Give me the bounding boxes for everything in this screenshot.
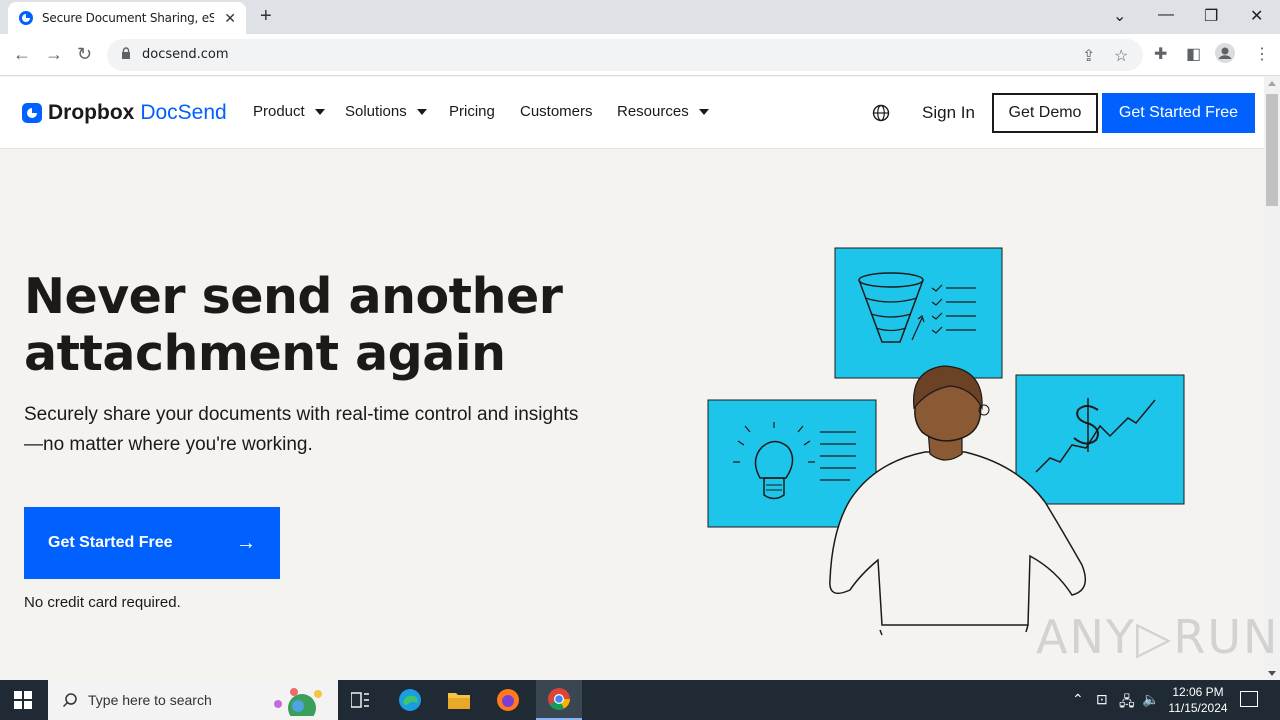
task-view-icon[interactable] xyxy=(344,684,376,716)
nav-product[interactable]: Product xyxy=(253,103,325,120)
hero-subtitle: Securely share your documents with real-… xyxy=(24,404,579,455)
chevron-down-icon xyxy=(314,108,325,115)
hero-title-line-1: Never send another xyxy=(24,268,563,325)
chrome-taskbar-icon[interactable] xyxy=(536,680,582,720)
nav-customers-label: Customers xyxy=(520,103,593,120)
tray-device-icon[interactable]: ⊡ xyxy=(1096,691,1108,708)
reload-icon[interactable]: ↻ xyxy=(77,44,92,65)
volume-icon[interactable]: 🔈 xyxy=(1142,691,1159,708)
nav-solutions-label: Solutions xyxy=(345,103,407,120)
browser-tab[interactable]: Secure Document Sharing, eSign ✕ xyxy=(8,2,246,34)
tab-search-icon[interactable]: ⌄ xyxy=(1113,6,1126,26)
clock-date: 11/15/2024 xyxy=(1168,701,1228,715)
site-header: Dropbox DocSend Product Solutions Pricin… xyxy=(0,77,1264,149)
brand-name-dropbox: Dropbox xyxy=(48,101,135,124)
windows-taskbar: Type here to search ⌃ ⊡ 🖧 🔈 12:06 PM 11/… xyxy=(0,680,1280,720)
hero-get-started-button[interactable]: Get Started Free → xyxy=(24,507,280,579)
page-scrollbar[interactable] xyxy=(1264,77,1280,680)
share-icon[interactable]: ⇪ xyxy=(1082,46,1095,66)
nav-pricing-label: Pricing xyxy=(449,103,495,120)
hero-illustration xyxy=(707,247,1185,636)
nav-resources-label: Resources xyxy=(617,103,689,120)
back-icon[interactable]: ← xyxy=(13,44,31,65)
restore-icon[interactable]: ❐ xyxy=(1204,6,1218,26)
nav-solutions[interactable]: Solutions xyxy=(345,103,427,120)
extensions-icon[interactable]: ✚ xyxy=(1154,44,1167,64)
taskbar-clock[interactable]: 12:06 PM 11/15/2024 xyxy=(1160,684,1236,716)
arrow-right-icon: → xyxy=(236,531,256,554)
file-explorer-icon[interactable] xyxy=(443,684,475,716)
chevron-down-icon xyxy=(416,108,427,115)
dollar-growth-panel xyxy=(1015,374,1185,505)
forward-icon[interactable]: → xyxy=(45,44,63,65)
nav-product-label: Product xyxy=(253,103,305,120)
bookmark-star-icon[interactable]: ☆ xyxy=(1114,46,1128,66)
no-credit-card-note: No credit card required. xyxy=(24,594,181,611)
hero-cta-label: Get Started Free xyxy=(48,534,173,551)
tab-title: Secure Document Sharing, eSign xyxy=(42,11,214,25)
side-panel-icon[interactable]: ◧ xyxy=(1186,44,1201,64)
tray-overflow-icon[interactable]: ⌃ xyxy=(1072,691,1084,708)
new-tab-button[interactable]: + xyxy=(260,5,272,28)
profile-avatar-icon[interactable] xyxy=(1214,42,1236,64)
brand-name-docsend: DocSend xyxy=(140,101,227,124)
scroll-up-arrow-icon[interactable] xyxy=(1268,81,1276,86)
brand-logo[interactable]: Dropbox DocSend xyxy=(22,101,227,125)
close-window-icon[interactable]: ✕ xyxy=(1250,6,1263,26)
firefox-icon[interactable] xyxy=(492,684,524,716)
search-placeholder: Type here to search xyxy=(88,692,212,708)
notification-center-icon[interactable] xyxy=(1240,691,1258,707)
menu-kebab-icon[interactable]: ⋮ xyxy=(1254,44,1270,64)
docsend-logo-icon xyxy=(22,103,42,123)
url-text: docsend.com xyxy=(142,47,229,62)
get-demo-button[interactable]: Get Demo xyxy=(992,93,1098,133)
browser-tab-strip: Secure Document Sharing, eSign ✕ + ⌄ — ❐… xyxy=(0,0,1280,34)
anyrun-watermark: ANY▷RUN xyxy=(1036,610,1280,664)
chevron-down-icon xyxy=(698,108,709,115)
edge-browser-icon[interactable] xyxy=(394,684,426,716)
sign-in-link[interactable]: Sign In xyxy=(922,103,975,123)
hero-title: Never send another attachment again xyxy=(24,268,584,382)
browser-toolbar: ← → ↻ docsend.com ⇪ ☆ ✚ ◧ ⋮ xyxy=(0,34,1280,76)
lock-icon xyxy=(122,47,130,59)
hero-title-line-2: attachment again xyxy=(24,325,506,382)
taskbar-search-box[interactable]: Type here to search xyxy=(48,680,338,720)
globe-icon[interactable] xyxy=(872,104,890,122)
search-icon xyxy=(62,693,77,708)
tab-close-icon[interactable]: ✕ xyxy=(224,10,236,27)
nav-customers[interactable]: Customers xyxy=(520,103,593,120)
nav-resources[interactable]: Resources xyxy=(617,103,709,120)
minimize-icon[interactable]: — xyxy=(1158,6,1174,24)
nav-pricing[interactable]: Pricing xyxy=(449,103,495,120)
docsend-favicon-icon xyxy=(19,11,33,25)
scroll-down-arrow-icon[interactable] xyxy=(1268,671,1276,676)
funnel-panel xyxy=(834,247,1003,379)
windows-start-icon[interactable] xyxy=(14,691,32,709)
get-started-free-button[interactable]: Get Started Free xyxy=(1102,93,1255,133)
address-bar[interactable]: docsend.com ⇪ ☆ xyxy=(107,39,1143,71)
network-icon[interactable]: 🖧 xyxy=(1119,691,1135,715)
scroll-thumb[interactable] xyxy=(1266,94,1278,206)
search-highlight-globe-icon xyxy=(274,688,322,716)
clock-time: 12:06 PM xyxy=(1172,685,1224,699)
